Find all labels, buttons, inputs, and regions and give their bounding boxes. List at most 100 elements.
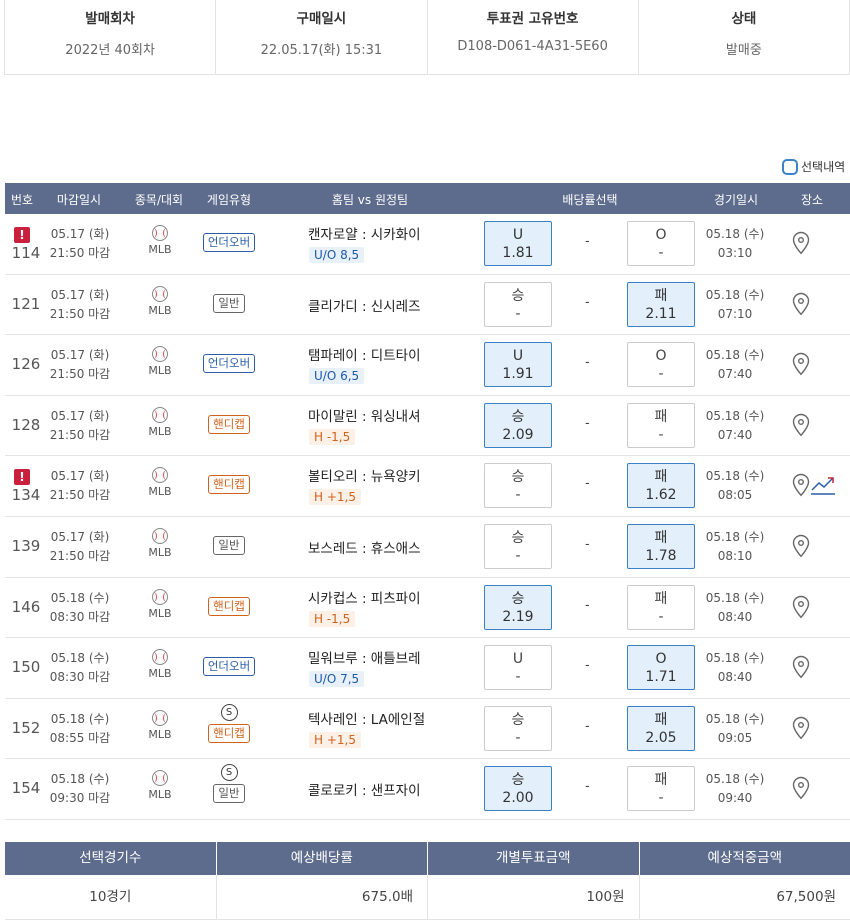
game-time: 07:10	[717, 306, 753, 321]
game-number: 139	[11, 537, 41, 555]
table-row[interactable]: ! 114 05.17 (화) 21:50 마감 MLB 언더오버 캔자로얄 : 시카화이 U…	[5, 214, 850, 275]
away-odds-button[interactable]: 패 1.62	[627, 463, 695, 509]
game-type-cell: 핸디캡	[202, 596, 256, 616]
game-number: 146	[11, 597, 41, 616]
table-row[interactable]: 150 05.18 (수) 08:30 마감 MLB 언더오버 밀워브루 : 애틀브레 U/…	[5, 638, 850, 699]
match-teams: 마이말린 : 워싱내셔	[308, 408, 421, 425]
deadline-date: 05.17 (화)	[50, 408, 110, 423]
away-odds-button[interactable]: 패-	[627, 584, 695, 630]
league-label: MLB	[148, 727, 172, 741]
home-odds-button[interactable]: U-	[484, 645, 552, 691]
table-row[interactable]: 121 05.17 (화) 21:50 마감 MLB 일반 클리가디 : 신시레즈 승 - - 패…	[5, 275, 850, 336]
deadline: 05.17 (화) 21:50 마감	[49, 346, 111, 384]
away-odds-button[interactable]: O-	[627, 342, 695, 388]
game-datetime: 05.18 (수) 08:10	[705, 528, 765, 566]
baseball-icon	[152, 709, 168, 726]
home-odds-button[interactable]: 승-	[484, 524, 552, 569]
map-pin-icon[interactable]	[792, 776, 810, 800]
game-number: 114	[11, 244, 41, 262]
summary-row: 10경기 675.0배 100원 67,500원	[5, 875, 850, 920]
home-odds-button[interactable]: U 1.91	[484, 342, 552, 388]
game-type-tag: 일반	[213, 293, 245, 313]
away-odds-button[interactable]: O 1.71	[627, 645, 695, 691]
away-odds-button[interactable]: O-	[627, 221, 695, 266]
selection-checkbox[interactable]	[782, 158, 798, 175]
home-odds-label: 승	[511, 287, 525, 304]
table-row[interactable]: 128 05.17 (화) 21:50 마감 MLB 핸디캡 마이말린 : 워싱내셔 H -…	[5, 396, 850, 457]
sport-cell: MLB	[143, 709, 177, 741]
match-teams: 보스레드 : 휴스애스	[308, 541, 421, 557]
deadline: 05.18 (수) 08:55 마감	[49, 710, 111, 748]
home-odds-button[interactable]: 승-	[484, 281, 552, 327]
game-number: 121	[11, 294, 41, 313]
home-odds-button[interactable]: 승 2.09	[484, 402, 552, 448]
match-teams: 캔자로얄 : 시카화이	[308, 227, 421, 243]
selection-toggle[interactable]: 선택내역	[782, 158, 845, 175]
col-game-type: 게임유형	[206, 193, 252, 207]
map-pin-icon[interactable]	[792, 231, 810, 255]
league-label: MLB	[148, 303, 172, 317]
home-odds-label: 승	[511, 408, 525, 425]
map-pin-icon[interactable]	[792, 473, 810, 497]
map-pin-icon[interactable]	[792, 595, 810, 619]
away-odds-value: -	[658, 608, 664, 625]
sport-cell: MLB	[143, 346, 177, 377]
match-cell: 콜로로키 : 샌프자이	[308, 779, 438, 799]
draw-odds: -	[585, 597, 590, 613]
map-pin-icon[interactable]	[792, 413, 810, 437]
draw-odds: -	[585, 294, 590, 310]
game-time: 08:05	[717, 488, 753, 503]
away-odds-button[interactable]: 패-	[627, 766, 695, 812]
table-row[interactable]: 139 05.17 (화) 21:50 마감 MLB 일반 보스레드 : 휴스애스 승 - - 패…	[5, 517, 850, 578]
baseball-icon	[152, 225, 168, 241]
league-label: MLB	[148, 485, 172, 499]
home-odds-button[interactable]: 승-	[484, 463, 552, 509]
sport-cell: MLB	[143, 588, 177, 620]
table-row[interactable]: 154 05.18 (수) 09:30 마감 MLB S 일반 콜로로키 : 샌프자이 승 2.…	[5, 759, 850, 820]
table-row[interactable]: 126 05.17 (화) 21:50 마감 MLB 언더오버 탬파레이 : 디트타이 U/…	[5, 335, 850, 396]
map-pin-icon[interactable]	[792, 534, 810, 558]
table-row[interactable]: 152 05.18 (수) 08:55 마감 MLB S 핸디캡 텍사레인 : LA에인절 H…	[5, 699, 850, 760]
game-datetime: 05.18 (수) 07:10	[705, 286, 765, 324]
game-type-tag: 핸디캡	[208, 475, 250, 495]
deadline: 05.18 (수) 08:30 마감	[49, 589, 111, 627]
table-row[interactable]: 146 05.18 (수) 08:30 마감 MLB 핸디캡 시카컵스 : 피츠파이 H -…	[5, 578, 850, 639]
map-pin-icon[interactable]	[792, 292, 810, 316]
home-odds-value: -	[515, 548, 521, 564]
home-odds-button[interactable]: U 1.81	[484, 221, 552, 266]
deadline: 05.17 (화) 21:50 마감	[49, 225, 111, 263]
home-odds-label: 승	[511, 711, 525, 728]
summary-header: 선택경기수 예상배당률 개별투표금액 예상적중금액	[5, 842, 850, 875]
away-odds-button[interactable]: 패 2.05	[627, 705, 695, 751]
away-odds-button[interactable]: 패-	[627, 402, 695, 448]
game-type-cell: 언더오버	[202, 354, 256, 374]
match-cell: 밀워브루 : 애틀브레 U/O 7,5	[308, 647, 438, 688]
game-number: 128	[11, 415, 41, 434]
home-odds-value: -	[515, 669, 521, 686]
match-cell: 시카컵스 : 피츠파이 H -1,5	[308, 587, 438, 627]
deadline-time: 21:50 마감	[49, 367, 111, 382]
home-odds-button[interactable]: 승 2.19	[484, 584, 552, 630]
summary-count: 10경기	[5, 875, 217, 919]
map-pin-icon[interactable]	[792, 716, 810, 740]
deadline: 05.17 (화) 21:50 마감	[49, 467, 111, 505]
status-header: 상태	[731, 11, 757, 27]
home-odds-label: 승	[511, 530, 525, 546]
table-row[interactable]: ! 134 05.17 (화) 21:50 마감 MLB 핸디캡 볼티오리 : 뉴욕양키 H …	[5, 456, 850, 517]
map-pin-icon[interactable]	[792, 352, 810, 376]
baseball-icon	[152, 770, 168, 787]
home-odds-value: 1.91	[502, 366, 534, 383]
game-date: 05.18 (수)	[705, 772, 765, 787]
home-odds-button[interactable]: 승-	[484, 705, 552, 751]
home-odds-button[interactable]: 승 2.00	[484, 766, 552, 812]
game-number: 154	[11, 779, 41, 798]
baseball-icon	[152, 346, 168, 363]
summary-payout: 67,500원	[776, 889, 836, 905]
away-odds-button[interactable]: 패 2.11	[627, 281, 695, 327]
match-teams: 밀워브루 : 애틀브레	[308, 651, 421, 668]
away-odds-button[interactable]: 패 1.78	[627, 524, 695, 569]
away-odds-label: 패	[654, 408, 668, 425]
trend-chart-icon[interactable]	[811, 473, 835, 496]
league-label: MLB	[148, 424, 172, 438]
map-pin-icon[interactable]	[792, 655, 810, 679]
